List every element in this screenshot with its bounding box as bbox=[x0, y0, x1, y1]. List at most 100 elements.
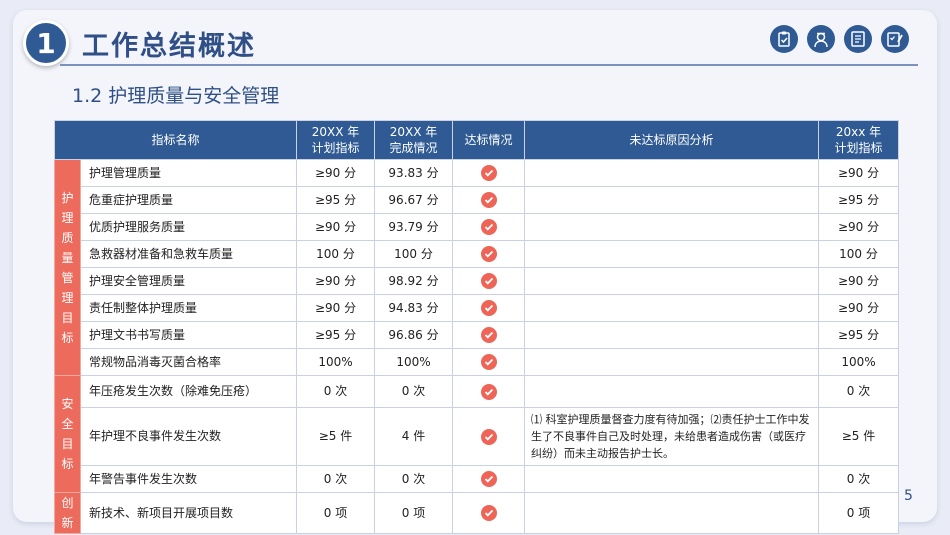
done-value: 100% bbox=[374, 348, 454, 376]
done-value: 93.83 分 bbox=[374, 159, 454, 187]
status-cell bbox=[452, 267, 526, 295]
next-plan-value: 0 项 bbox=[818, 492, 900, 534]
done-value: 96.67 分 bbox=[374, 186, 454, 214]
plan-value: 0 次 bbox=[296, 375, 376, 408]
section-number-badge: 1 bbox=[23, 20, 69, 66]
quality-safety-table: 指标名称 20XX 年计划指标 20XX 年完成情况 达标情况 未达标原因分析 … bbox=[53, 120, 900, 534]
next-plan-value: ≥5 件 bbox=[818, 407, 900, 466]
reason-cell bbox=[524, 492, 820, 534]
status-cell bbox=[452, 375, 526, 408]
next-plan-value: 100 分 bbox=[818, 240, 900, 268]
reason-cell bbox=[524, 267, 820, 295]
next-plan-value: ≥95 分 bbox=[818, 186, 900, 214]
plan-value: ≥90 分 bbox=[296, 267, 376, 295]
next-plan-value: ≥95 分 bbox=[818, 321, 900, 349]
indicator-name: 责任制整体护理质量 bbox=[79, 294, 298, 322]
header-icons bbox=[770, 25, 909, 53]
status-cell bbox=[452, 407, 526, 466]
check-icon bbox=[480, 219, 497, 235]
done-value: 0 项 bbox=[374, 492, 454, 534]
reason-cell bbox=[524, 321, 820, 349]
status-cell bbox=[452, 348, 526, 376]
table-row: 年警告事件发生次数 0 次0 次0 次 bbox=[55, 465, 900, 493]
check-icon bbox=[480, 428, 497, 445]
status-cell bbox=[452, 240, 526, 268]
status-cell bbox=[452, 159, 526, 187]
plan-value: ≥5 件 bbox=[296, 407, 376, 466]
done-value: 94.83 分 bbox=[374, 294, 454, 322]
table-row: 护理质量管理目标 护理管理质量 ≥90 分 93.83 分 ≥90 分 bbox=[54, 159, 900, 376]
next-plan-value: 0 次 bbox=[818, 375, 900, 408]
check-icon bbox=[480, 327, 497, 343]
category-innovation: 创新 bbox=[54, 492, 81, 534]
page-number: 5 bbox=[904, 488, 913, 504]
indicator-name: 年压疮发生次数（除难免压疮） bbox=[79, 375, 298, 408]
checklist-icon bbox=[881, 25, 909, 53]
reason-cell bbox=[524, 294, 820, 322]
next-plan-value: ≥90 分 bbox=[818, 294, 900, 322]
header-done: 20XX 年完成情况 bbox=[374, 120, 454, 160]
status-cell bbox=[452, 465, 526, 493]
reason-cell bbox=[524, 186, 820, 214]
indicator-name: 常规物品消毒灭菌合格率 bbox=[79, 348, 298, 376]
plan-value: 0 次 bbox=[296, 465, 376, 493]
plan-value: ≥90 分 bbox=[296, 159, 376, 187]
table-header-row: 指标名称 20XX 年计划指标 20XX 年完成情况 达标情况 未达标原因分析 … bbox=[53, 120, 900, 160]
category-safety: 安全目标 bbox=[54, 375, 81, 493]
table-row: 创新 新技术、新项目开展项目数 0 项0 项0 项 bbox=[54, 492, 900, 534]
reason-cell bbox=[524, 465, 820, 493]
done-value: 100 分 bbox=[374, 240, 454, 268]
category-quality: 护理质量管理目标 bbox=[54, 159, 81, 376]
table-row: 优质护理服务质量 ≥90 分 93.79 分 ≥90 分 bbox=[55, 213, 900, 241]
table-row: 危重症护理质量 ≥95 分 96.67 分 ≥95 分 bbox=[55, 186, 900, 214]
check-icon bbox=[480, 273, 497, 289]
table-row: 护理安全管理质量 ≥90 分 98.92 分 ≥90 分 bbox=[55, 267, 900, 295]
done-value: 4 件 bbox=[374, 407, 454, 466]
header-status: 达标情况 bbox=[452, 120, 526, 160]
header-indicator: 指标名称 bbox=[53, 120, 298, 160]
status-cell bbox=[452, 186, 526, 214]
done-value: 96.86 分 bbox=[374, 321, 454, 349]
check-icon bbox=[480, 354, 497, 370]
done-value: 0 次 bbox=[374, 375, 454, 408]
clipboard-icon bbox=[770, 25, 798, 53]
indicator-name: 护理安全管理质量 bbox=[79, 267, 298, 295]
done-value: 0 次 bbox=[374, 465, 454, 493]
plan-value: 100% bbox=[296, 348, 376, 376]
table-row: 急救器材准备和急救车质量 100 分 100 分 100 分 bbox=[55, 240, 900, 268]
nurse-icon bbox=[807, 25, 835, 53]
check-icon bbox=[480, 383, 497, 400]
check-icon bbox=[480, 192, 497, 208]
indicator-name: 年护理不良事件发生次数 bbox=[79, 407, 298, 466]
reason-cell bbox=[524, 213, 820, 241]
indicator-name: 护理管理质量 bbox=[79, 159, 298, 187]
status-cell bbox=[452, 321, 526, 349]
document-list-icon bbox=[844, 25, 872, 53]
check-icon bbox=[480, 246, 497, 262]
next-plan-value: ≥90 分 bbox=[818, 159, 900, 187]
check-icon bbox=[480, 165, 497, 181]
reason-cell bbox=[524, 375, 820, 408]
plan-value: 0 项 bbox=[296, 492, 376, 534]
header-next-plan: 20xx 年计划指标 bbox=[818, 120, 900, 160]
reason-cell: ⑴ 科室护理质量督查力度有待加强；⑵责任护士工作中发生了不良事件自己及时处理，未… bbox=[524, 407, 820, 466]
status-cell bbox=[452, 492, 526, 534]
indicator-name: 护理文书书写质量 bbox=[79, 321, 298, 349]
title-divider bbox=[60, 64, 918, 66]
indicator-name: 新技术、新项目开展项目数 bbox=[79, 492, 298, 534]
indicator-name: 年警告事件发生次数 bbox=[79, 465, 298, 493]
table-row: 责任制整体护理质量 ≥90 分 94.83 分 ≥90 分 bbox=[55, 294, 900, 322]
table-row: 护理文书书写质量 ≥95 分 96.86 分 ≥95 分 bbox=[55, 321, 900, 349]
done-value: 98.92 分 bbox=[374, 267, 454, 295]
indicator-name: 急救器材准备和急救车质量 bbox=[79, 240, 298, 268]
plan-value: ≥95 分 bbox=[296, 186, 376, 214]
header-reason: 未达标原因分析 bbox=[524, 120, 820, 160]
table-row: 安全目标 年压疮发生次数（除难免压疮） 0 次0 次0 次 bbox=[54, 375, 900, 493]
done-value: 93.79 分 bbox=[374, 213, 454, 241]
next-plan-value: 100% bbox=[818, 348, 900, 376]
next-plan-value: ≥90 分 bbox=[818, 213, 900, 241]
check-icon bbox=[480, 505, 497, 521]
reason-cell bbox=[524, 159, 820, 187]
page-title: 工作总结概述 bbox=[82, 31, 256, 62]
next-plan-value: 0 次 bbox=[818, 465, 900, 493]
